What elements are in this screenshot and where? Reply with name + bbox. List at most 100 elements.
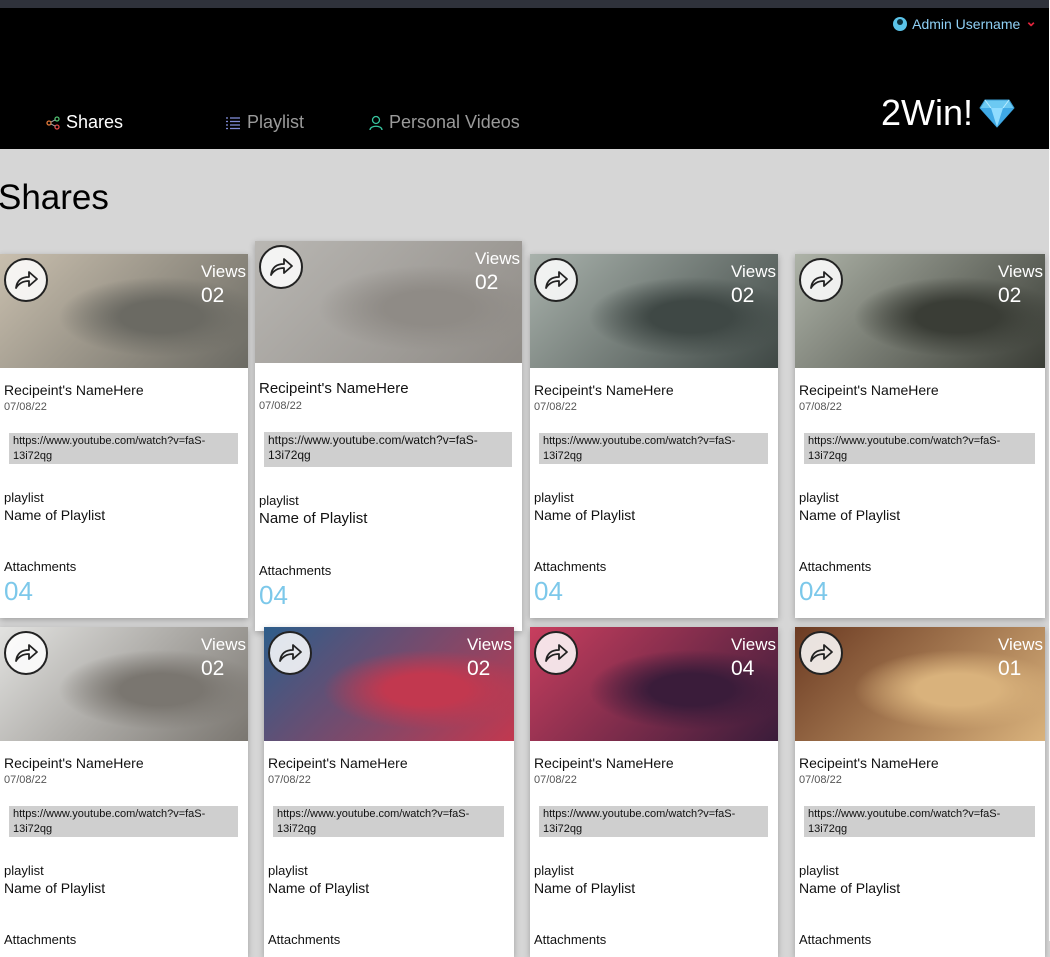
share-button[interactable]: [799, 631, 843, 675]
views-count: 02: [200, 657, 225, 680]
card-body: Recipeint's NameHere 07/08/22 https://ww…: [534, 382, 768, 607]
share-card[interactable]: Views 01 Recipeint's NameHere 07/08/22 h…: [795, 627, 1045, 957]
video-thumbnail[interactable]: Views 02: [255, 241, 522, 363]
attachments-count[interactable]: 04: [259, 580, 512, 611]
video-thumbnail[interactable]: Views 01: [795, 627, 1045, 741]
video-thumbnail[interactable]: Views 02: [264, 627, 514, 741]
share-button[interactable]: [259, 245, 303, 289]
video-thumbnail[interactable]: Views 02: [530, 254, 778, 368]
attachments-label: Attachments: [259, 563, 332, 578]
playlist-name[interactable]: Name of Playlist: [259, 510, 512, 527]
app-header: Admin Username ⌄ Shares Playlist Persona…: [0, 8, 1049, 149]
playlist-name[interactable]: Name of Playlist: [4, 880, 238, 896]
recipient-name: Recipeint's NameHere: [259, 380, 409, 397]
share-arrow-icon: [810, 644, 833, 662]
share-card[interactable]: Views 02 Recipeint's NameHere 07/08/22 h…: [255, 241, 522, 631]
views-label: Views: [474, 249, 520, 268]
share-date: 07/08/22: [534, 774, 577, 786]
video-url[interactable]: https://www.youtube.com/watch?v=faS-13i7…: [539, 806, 768, 837]
playlist-name[interactable]: Name of Playlist: [799, 880, 1035, 896]
attachments-label: Attachments: [268, 932, 341, 947]
video-url[interactable]: https://www.youtube.com/watch?v=faS-13i7…: [264, 432, 512, 467]
attachments-count[interactable]: 04: [534, 576, 768, 607]
share-date: 07/08/22: [268, 774, 311, 786]
views-count: 02: [200, 284, 225, 307]
share-card[interactable]: Views 04 Recipeint's NameHere 07/08/22 h…: [530, 627, 778, 957]
views-label: Views: [200, 635, 246, 654]
views-label: Views: [200, 262, 246, 281]
share-date: 07/08/22: [259, 400, 302, 412]
attachments-label: Attachments: [534, 932, 607, 947]
share-card[interactable]: Views 02 Recipeint's NameHere 07/08/22 h…: [264, 627, 514, 957]
recipient-name: Recipeint's NameHere: [4, 382, 144, 398]
card-body: Recipeint's NameHere 07/08/22 https://ww…: [799, 755, 1035, 949]
attachments-label: Attachments: [4, 932, 77, 947]
share-card[interactable]: Views 02 Recipeint's NameHere 07/08/22 h…: [0, 627, 248, 957]
share-button[interactable]: [799, 258, 843, 302]
video-thumbnail[interactable]: Views 02: [0, 627, 248, 741]
recipient-name: Recipeint's NameHere: [268, 755, 408, 771]
tab-playlist[interactable]: Playlist: [225, 112, 304, 133]
views-label: Views: [730, 635, 776, 654]
video-thumbnail[interactable]: Views 04: [530, 627, 778, 741]
share-button[interactable]: [4, 631, 48, 675]
share-button[interactable]: [534, 258, 578, 302]
user-menu[interactable]: Admin Username ⌄: [893, 13, 1037, 32]
video-thumbnail[interactable]: Views 02: [0, 254, 248, 368]
attachments-label: Attachments: [799, 932, 872, 947]
card-body: Recipeint's NameHere 07/08/22 https://ww…: [4, 382, 238, 607]
attachments-label: Attachments: [534, 559, 607, 574]
views-counter: Views 02: [998, 260, 1043, 308]
window-top-strip: [0, 0, 1050, 8]
share-card[interactable]: Views 02 Recipeint's NameHere 07/08/22 h…: [530, 254, 778, 618]
share-arrow-icon: [545, 644, 568, 662]
brand-logo: 2Win!: [881, 92, 1015, 134]
diamond-icon: [979, 99, 1015, 128]
recipient-name: Recipeint's NameHere: [534, 755, 674, 771]
playlist-name[interactable]: Name of Playlist: [268, 880, 504, 896]
share-button[interactable]: [534, 631, 578, 675]
playlist-name[interactable]: Name of Playlist: [799, 507, 1035, 523]
share-button[interactable]: [4, 258, 48, 302]
tab-shares[interactable]: Shares: [46, 112, 123, 133]
recipient-name: Recipeint's NameHere: [799, 755, 939, 771]
views-label: Views: [466, 635, 512, 654]
video-url[interactable]: https://www.youtube.com/watch?v=faS-13i7…: [804, 433, 1035, 464]
recipient-name: Recipeint's NameHere: [4, 755, 144, 771]
share-arrow-icon: [15, 644, 38, 662]
video-url[interactable]: https://www.youtube.com/watch?v=faS-13i7…: [9, 433, 238, 464]
tab-shares-label: Shares: [66, 112, 124, 132]
attachments-count[interactable]: 04: [799, 576, 1035, 607]
video-url[interactable]: https://www.youtube.com/watch?v=faS-13i7…: [273, 806, 504, 837]
video-thumbnail[interactable]: Views 02: [795, 254, 1045, 368]
views-counter: Views 04: [731, 633, 776, 681]
playlist-label: playlist: [799, 863, 839, 878]
chevron-down-icon[interactable]: ⌄: [1025, 13, 1037, 30]
views-count: 01: [997, 657, 1022, 680]
share-date: 07/08/22: [799, 401, 842, 413]
share-button[interactable]: [268, 631, 312, 675]
card-body: Recipeint's NameHere 07/08/22 https://ww…: [259, 380, 512, 611]
views-counter: Views 02: [201, 260, 246, 308]
share-card[interactable]: Views 02 Recipeint's NameHere 07/08/22 h…: [0, 254, 248, 618]
views-counter: Views 02: [201, 633, 246, 681]
video-url[interactable]: https://www.youtube.com/watch?v=faS-13i7…: [539, 433, 768, 464]
playlist-name[interactable]: Name of Playlist: [4, 507, 238, 523]
recipient-name: Recipeint's NameHere: [534, 382, 674, 398]
views-count: 04: [730, 657, 755, 680]
list-icon: [226, 116, 240, 129]
video-url[interactable]: https://www.youtube.com/watch?v=faS-13i7…: [9, 806, 238, 837]
share-arrow-icon: [545, 271, 568, 289]
attachments-count[interactable]: 04: [4, 576, 238, 607]
playlist-name[interactable]: Name of Playlist: [534, 880, 768, 896]
video-url[interactable]: https://www.youtube.com/watch?v=faS-13i7…: [804, 806, 1035, 837]
share-card[interactable]: Views 02 Recipeint's NameHere 07/08/22 h…: [795, 254, 1045, 618]
playlist-name[interactable]: Name of Playlist: [534, 507, 768, 523]
card-body: Recipeint's NameHere 07/08/22 https://ww…: [799, 382, 1035, 607]
tab-personal-videos[interactable]: Personal Videos: [369, 112, 520, 133]
views-counter: Views 01: [998, 633, 1043, 681]
share-date: 07/08/22: [799, 774, 842, 786]
share-date: 07/08/22: [4, 774, 47, 786]
views-label: Views: [997, 635, 1043, 654]
views-count: 02: [466, 657, 491, 680]
